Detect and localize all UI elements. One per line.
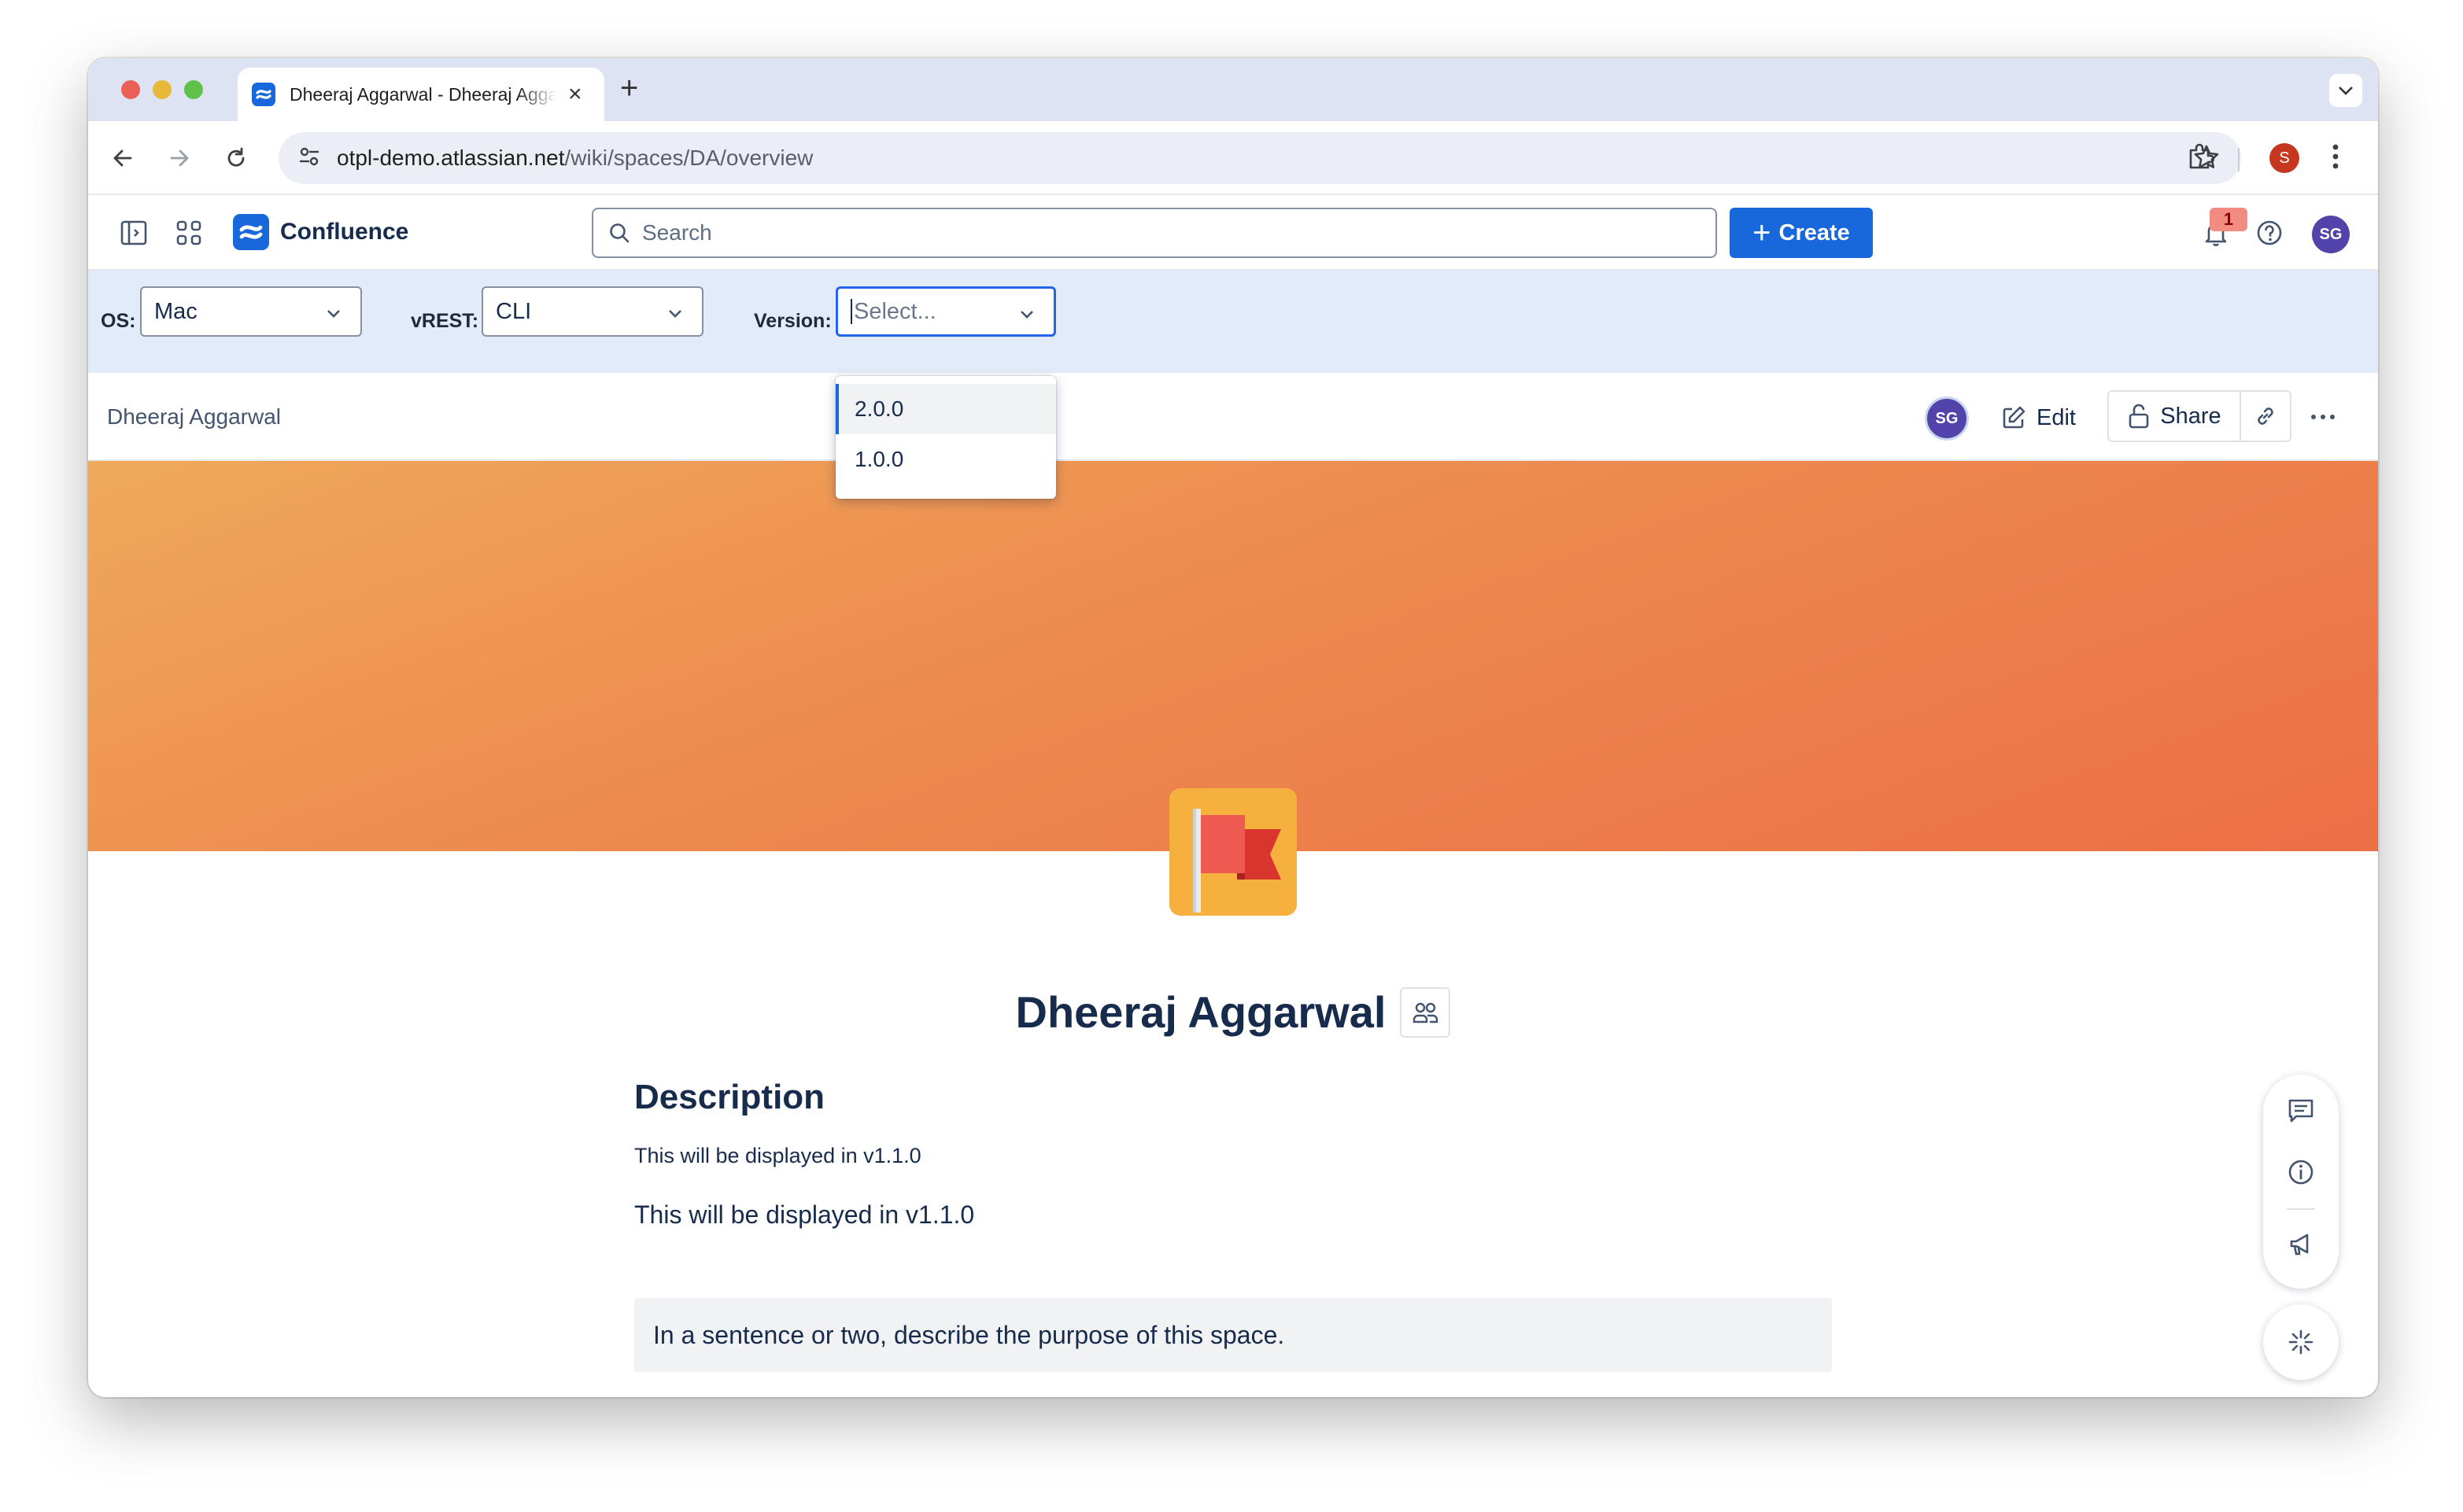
- megaphone-icon[interactable]: [2285, 1229, 2317, 1264]
- people-icon: [1413, 1002, 1438, 1023]
- vrest-select[interactable]: CLI: [482, 286, 703, 337]
- share-label: Share: [2160, 403, 2221, 429]
- address-bar[interactable]: otpl-demo.atlassian.net/wiki/spaces/DA/o…: [279, 132, 2241, 184]
- chevron-down-icon: [669, 310, 681, 318]
- browser-profile-avatar[interactable]: S: [2269, 143, 2299, 173]
- user-avatar[interactable]: SG: [2312, 216, 2350, 253]
- version-filter-bar: OS: Mac vREST: CLI Version: Select...: [88, 271, 2378, 373]
- page-header-bar: Dheeraj Aggarwal SG Edit Share: [88, 373, 2378, 461]
- confluence-top-nav: Confluence Search + Create 1 SG: [88, 195, 2378, 271]
- confluence-favicon-icon: [252, 83, 275, 106]
- space-title-row: Dheeraj Aggarwal: [88, 986, 2378, 1038]
- pencil-icon: [2003, 406, 2025, 429]
- tab-search-button[interactable]: [2329, 74, 2362, 107]
- version-dropdown-menu: 2.0.0 1.0.0: [836, 376, 1056, 499]
- toolbar-divider: [2238, 148, 2240, 171]
- browser-toolbar: otpl-demo.atlassian.net/wiki/spaces/DA/o…: [88, 121, 2378, 195]
- search-input[interactable]: Search: [592, 208, 1717, 258]
- close-window-button[interactable]: [121, 80, 140, 99]
- notification-count-badge: 1: [2210, 208, 2247, 231]
- floating-action-panel: [2263, 1075, 2339, 1289]
- new-tab-button[interactable]: +: [620, 72, 638, 104]
- version-option[interactable]: 1.0.0: [836, 434, 1056, 485]
- ai-assistant-button[interactable]: [2263, 1304, 2339, 1380]
- tab-title: Dheeraj Aggarwal - Dheeraj Aggarwal - Co…: [290, 83, 557, 105]
- os-label: OS:: [101, 310, 136, 332]
- space-people-button[interactable]: [1400, 986, 1451, 1038]
- space-flag-icon: [1169, 788, 1297, 916]
- browser-tab[interactable]: Dheeraj Aggarwal - Dheeraj Aggarwal - Co…: [238, 68, 604, 121]
- back-arrow-icon[interactable]: [105, 141, 140, 175]
- os-select[interactable]: Mac: [140, 286, 362, 337]
- app-name[interactable]: Confluence: [280, 219, 408, 245]
- close-tab-icon[interactable]: ×: [568, 83, 582, 106]
- more-actions-icon[interactable]: [2307, 401, 2339, 437]
- chevron-down-icon: [1021, 311, 1033, 319]
- version-select[interactable]: Select...: [836, 286, 1056, 337]
- confluence-logo-icon[interactable]: [233, 214, 269, 250]
- share-button-group: Share: [2107, 390, 2291, 442]
- version-option[interactable]: 2.0.0: [836, 384, 1056, 434]
- url-text: otpl-demo.atlassian.net/wiki/spaces/DA/o…: [337, 146, 814, 170]
- edit-label: Edit: [2036, 404, 2076, 430]
- sidebar-toggle-icon[interactable]: [118, 217, 150, 253]
- vrest-selected-value: CLI: [496, 298, 532, 324]
- version-label: Version:: [754, 310, 832, 332]
- description-text-small: This will be displayed in v1.1.0: [634, 1144, 921, 1167]
- browser-window: Dheeraj Aggarwal - Dheeraj Aggarwal - Co…: [88, 58, 2378, 1397]
- purpose-hint-panel: In a sentence or two, describe the purpo…: [634, 1298, 1832, 1372]
- site-settings-icon[interactable]: [297, 145, 321, 172]
- purpose-hint-text: In a sentence or two, describe the purpo…: [653, 1320, 1285, 1349]
- description-heading: Description: [634, 1078, 825, 1116]
- minimize-window-button[interactable]: [153, 80, 172, 99]
- space-title: Dheeraj Aggarwal: [1015, 987, 1387, 1037]
- comment-icon[interactable]: [2285, 1095, 2317, 1130]
- share-button[interactable]: Share: [2109, 392, 2241, 441]
- panel-divider: [2287, 1208, 2315, 1210]
- browser-menu-icon[interactable]: [2331, 141, 2340, 176]
- link-icon: [2258, 408, 2273, 425]
- search-placeholder: Search: [642, 220, 712, 245]
- app-switcher-icon[interactable]: [173, 217, 205, 253]
- forward-arrow-icon[interactable]: [162, 141, 197, 175]
- os-selected-value: Mac: [154, 298, 198, 324]
- text-caret: [851, 299, 852, 324]
- copy-link-button[interactable]: [2241, 392, 2290, 441]
- extensions-puzzle-icon[interactable]: [2184, 141, 2216, 176]
- chevron-down-icon: [2339, 87, 2353, 95]
- chevron-down-icon: [327, 310, 340, 318]
- create-button[interactable]: + Create: [1730, 208, 1873, 258]
- help-icon[interactable]: [2254, 217, 2285, 253]
- plus-icon: +: [1752, 216, 1771, 250]
- search-icon: [610, 223, 630, 243]
- version-placeholder: Select...: [854, 298, 936, 324]
- tab-strip: Dheeraj Aggarwal - Dheeraj Aggarwal - Co…: [88, 58, 2378, 121]
- info-icon[interactable]: [2285, 1156, 2317, 1192]
- vrest-label: vREST:: [411, 310, 479, 332]
- contributor-avatar[interactable]: SG: [1925, 396, 1969, 441]
- create-label: Create: [1778, 219, 1850, 245]
- unlock-icon: [2129, 404, 2149, 429]
- sparkle-icon: [2288, 1329, 2313, 1355]
- reload-icon[interactable]: [219, 141, 253, 175]
- zoom-window-button[interactable]: [184, 80, 203, 99]
- breadcrumb-space-name[interactable]: Dheeraj Aggarwal: [107, 404, 281, 430]
- edit-button[interactable]: Edit: [2000, 396, 2076, 439]
- description-text-large: This will be displayed in v1.1.0: [634, 1200, 975, 1229]
